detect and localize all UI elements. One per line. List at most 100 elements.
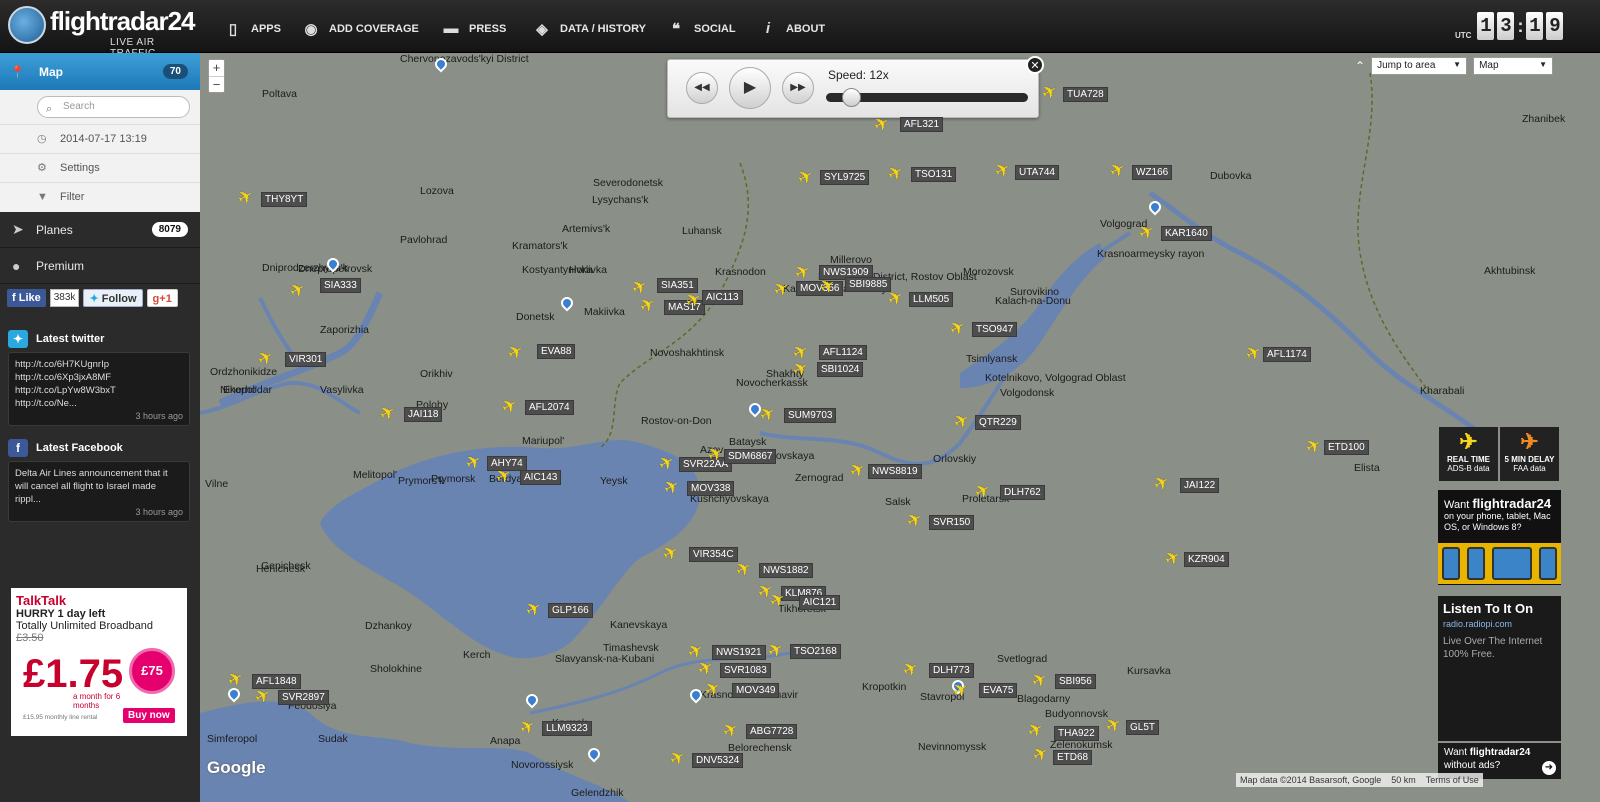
nav-about[interactable]: i ABOUT xyxy=(760,20,825,37)
flight-callsign-label[interactable]: DLH773 xyxy=(929,663,974,678)
arrow-right-icon[interactable]: ➜ xyxy=(1542,761,1556,775)
flight-callsign-label[interactable]: JAI118 xyxy=(404,407,443,422)
sidebar-item-settings[interactable]: ⚙ Settings xyxy=(0,153,200,182)
nav-add-coverage[interactable]: ◉ ADD COVERAGE xyxy=(303,20,418,38)
flight-callsign-label[interactable]: AFL1174 xyxy=(1263,347,1311,362)
terms-of-use-link[interactable]: Terms of Use xyxy=(1426,773,1479,787)
google-plus-button[interactable]: g+1 xyxy=(146,289,178,307)
flight-callsign-label[interactable]: SVR150 xyxy=(929,515,975,530)
tweet-link[interactable]: http://t.co/Ne... xyxy=(15,397,183,410)
flight-callsign-label[interactable]: EVA75 xyxy=(979,683,1018,698)
flight-callsign-label[interactable]: TUA728 xyxy=(1063,87,1108,102)
nav-social[interactable]: ❝ SOCIAL xyxy=(668,20,736,38)
datetime-label: 2014-07-17 13:19 xyxy=(60,133,147,145)
flight-callsign-label[interactable]: QTR229 xyxy=(975,415,1021,430)
twitter-follow-button[interactable]: ✦ Follow xyxy=(83,289,143,307)
flight-callsign-label[interactable]: GLP166 xyxy=(548,603,593,618)
flight-map[interactable]: + − ◀◀ ▶ ▶▶ Speed: 12x ✕ ⌃ Jump to area ▼… xyxy=(200,53,1600,802)
flight-callsign-label[interactable]: DNV5324 xyxy=(692,753,744,768)
flight-callsign-label[interactable]: ETD68 xyxy=(1053,750,1093,765)
flight-callsign-label[interactable]: AIC113 xyxy=(702,290,743,305)
city-label: Zaporizhia xyxy=(320,324,370,336)
tweet-link[interactable]: http://t.co/6H7KUgnrIp xyxy=(15,358,183,371)
sidebar-item-premium[interactable]: ● Premium xyxy=(0,248,200,284)
flight-callsign-label[interactable]: KAR1640 xyxy=(1161,226,1212,241)
flight-callsign-label[interactable]: AIC121 xyxy=(799,595,841,610)
sidebar-item-planes[interactable]: ➤ Planes 8079 xyxy=(0,212,200,248)
city-label: Morozovsk xyxy=(963,266,1014,278)
tweet-link[interactable]: http://t.co/6Xp3jxA8MF xyxy=(15,371,183,384)
twitter-feed[interactable]: http://t.co/6H7KUgnrIp http://t.co/6Xp3j… xyxy=(8,352,190,426)
flight-callsign-label[interactable]: KZR904 xyxy=(1184,552,1229,567)
flight-callsign-label[interactable]: DLH762 xyxy=(1000,485,1045,500)
flight-callsign-label[interactable]: THA922 xyxy=(1054,726,1099,741)
facebook-feed[interactable]: Delta Air Lines announcement that it wil… xyxy=(8,461,190,522)
flight-callsign-label[interactable]: NWS1882 xyxy=(759,563,813,578)
zoom-out-button[interactable]: − xyxy=(209,76,224,92)
speed-slider-handle[interactable] xyxy=(842,88,861,107)
flight-callsign-label[interactable]: ABG7728 xyxy=(746,724,798,739)
flight-callsign-label[interactable]: UTA744 xyxy=(1015,165,1059,180)
flight-callsign-label[interactable]: SBI9885 xyxy=(845,277,892,292)
sidebar-item-filter[interactable]: ▼ Filter xyxy=(0,182,200,211)
flight-callsign-label[interactable]: AFL321 xyxy=(900,117,944,132)
radio-advertisement[interactable]: Listen To It On radio.radiopi.com Live O… xyxy=(1438,596,1561,741)
play-button[interactable]: ▶ xyxy=(729,67,771,109)
flight-callsign-label[interactable]: LLM505 xyxy=(909,292,954,307)
city-label: Orlovskiy xyxy=(933,453,977,465)
map-type-select[interactable]: Map ▼ xyxy=(1473,57,1554,75)
flight-callsign-label[interactable]: VIR354C xyxy=(689,547,738,562)
flight-callsign-label[interactable]: SBI956 xyxy=(1055,674,1096,689)
utc-label: UTC xyxy=(1455,30,1472,40)
flight-callsign-label[interactable]: TSO2168 xyxy=(790,644,841,659)
flight-callsign-label[interactable]: THY8YT xyxy=(261,192,308,207)
flight-callsign-label[interactable]: SVR1083 xyxy=(720,663,771,678)
nav-apps[interactable]: ▯ APPS xyxy=(225,20,281,38)
app-promo-ad[interactable]: Want flightradar24 on your phone, tablet… xyxy=(1438,490,1561,585)
flight-callsign-label[interactable]: AIC143 xyxy=(520,470,562,485)
flight-callsign-label[interactable]: SBI1024 xyxy=(817,362,864,377)
flight-callsign-label[interactable]: EVA88 xyxy=(537,344,576,359)
close-player-button[interactable]: ✕ xyxy=(1026,56,1044,74)
zoom-in-button[interactable]: + xyxy=(209,60,224,76)
collapse-icon[interactable]: ⌃ xyxy=(1355,59,1365,73)
settings-label: Settings xyxy=(60,162,100,174)
rewind-button[interactable]: ◀◀ xyxy=(686,72,718,104)
map-options-panel: ⌕ Search ◷ 2014-07-17 13:19 ⚙ Settings ▼ Fil… xyxy=(0,90,200,212)
facebook-like-button[interactable]: f Like xyxy=(7,289,46,307)
talktalk-advertisement[interactable]: TalkTalk HURRY 1 day left Totally Unlimi… xyxy=(11,588,187,736)
flight-callsign-label[interactable]: VIR301 xyxy=(285,352,327,367)
radar-logo-icon xyxy=(8,6,46,44)
flightradar24-logo[interactable]: flightradar24 LIVE AIR TRAFFIC xyxy=(8,4,198,59)
flight-callsign-label[interactable]: SUM9703 xyxy=(784,408,837,423)
nav-press[interactable]: ▬ PRESS xyxy=(443,20,507,37)
flight-callsign-label[interactable]: SDM6867 xyxy=(724,449,777,464)
flight-callsign-label[interactable]: NWS8819 xyxy=(868,464,922,479)
flight-callsign-label[interactable]: ETD100 xyxy=(1324,440,1369,455)
flight-callsign-label[interactable]: WZ166 xyxy=(1132,165,1173,180)
fast-forward-button[interactable]: ▶▶ xyxy=(782,72,814,104)
speed-slider[interactable] xyxy=(826,88,1028,107)
flight-callsign-label[interactable]: JAI122 xyxy=(1180,478,1220,493)
ad-buy-now-button[interactable]: Buy now xyxy=(123,708,175,723)
yellow-plane-icon: ✈ xyxy=(1459,429,1478,454)
flight-callsign-label[interactable]: SYL9725 xyxy=(820,170,870,185)
radio-ad-url[interactable]: radio.radiopi.com xyxy=(1443,619,1556,629)
flight-callsign-label[interactable]: TSO947 xyxy=(972,322,1018,337)
flight-callsign-label[interactable]: AFL2074 xyxy=(525,400,574,415)
flight-callsign-label[interactable]: AFL1124 xyxy=(819,345,867,360)
flight-callsign-label[interactable]: MOV349 xyxy=(732,683,780,698)
flight-callsign-label[interactable]: MOV338 xyxy=(687,481,735,496)
jump-to-area-select[interactable]: Jump to area ▼ xyxy=(1371,57,1468,75)
flight-callsign-label[interactable]: NWS1921 xyxy=(712,645,766,660)
flight-callsign-label[interactable]: LLM9323 xyxy=(542,721,592,736)
flight-callsign-label[interactable]: SVR2897 xyxy=(278,690,329,705)
playback-datetime[interactable]: ◷ 2014-07-17 13:19 xyxy=(0,124,200,153)
search-input[interactable]: ⌕ Search xyxy=(37,96,190,118)
nav-data-history[interactable]: ◈ DATA / HISTORY xyxy=(534,20,646,38)
flight-callsign-label[interactable]: SIA333 xyxy=(320,278,361,293)
tweet-link[interactable]: http://t.co/LpYw8W3bxT xyxy=(15,384,183,397)
flight-callsign-label[interactable]: TSO131 xyxy=(911,167,957,182)
sidebar-item-map[interactable]: 📍 Map 70 xyxy=(0,53,200,90)
flight-callsign-label[interactable]: GL5T xyxy=(1126,720,1160,735)
